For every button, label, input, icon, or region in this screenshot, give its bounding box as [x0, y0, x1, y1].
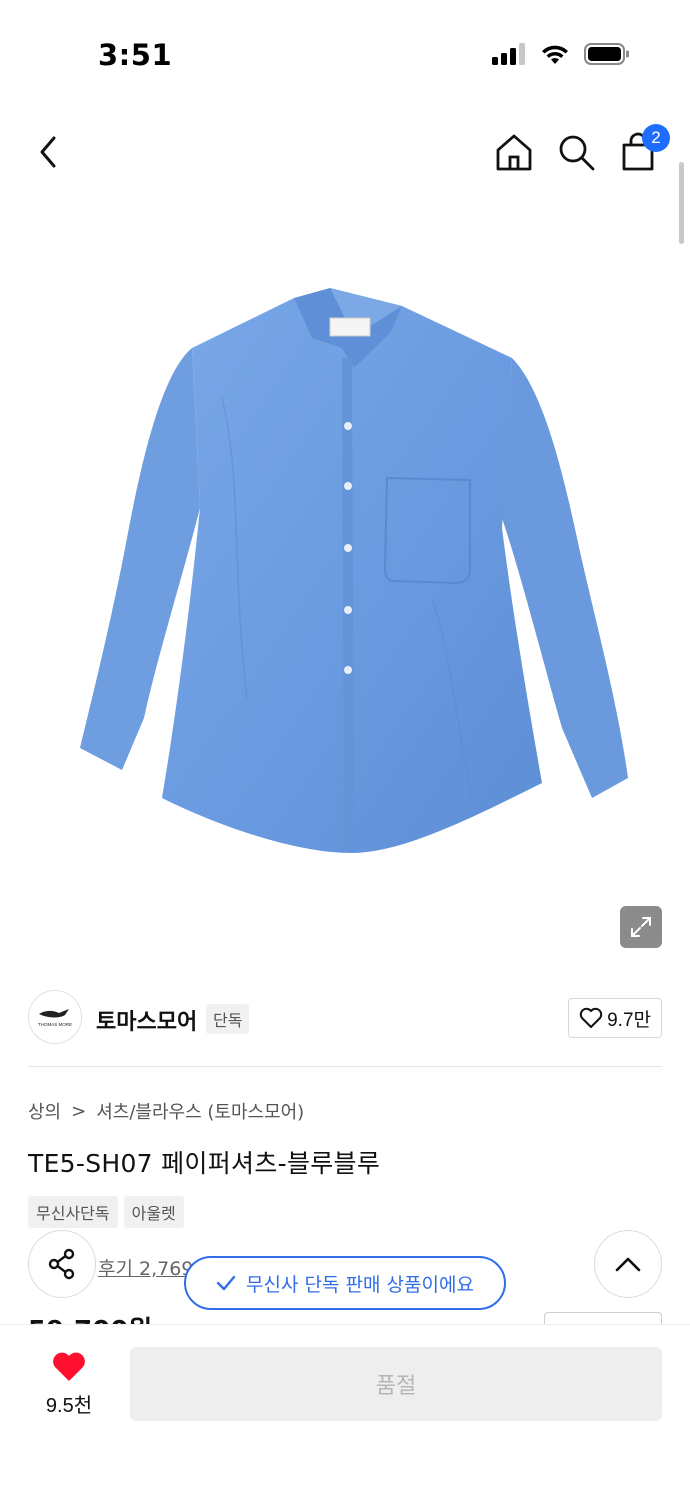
toast-message: 무신사 단독 판매 상품이에요 — [246, 1273, 474, 1296]
bottom-action-bar: 9.5천 품절 — [0, 1324, 690, 1500]
breadcrumb-category[interactable]: 상의 — [28, 1098, 61, 1124]
expand-icon — [631, 917, 651, 937]
share-icon — [48, 1248, 75, 1280]
brand-logo-image: THOMAS MORE — [38, 1009, 72, 1027]
back-button[interactable] — [26, 130, 70, 174]
check-icon — [216, 1275, 236, 1291]
status-bar: 3:51 — [0, 0, 690, 110]
breadcrumb: 상의 > 셔츠/블라우스 (토마스모어) — [28, 1098, 304, 1124]
home-button[interactable] — [492, 130, 536, 174]
breadcrumb-separator: > — [71, 1100, 87, 1122]
search-icon — [559, 135, 595, 171]
divider — [28, 1066, 662, 1067]
search-button[interactable] — [554, 130, 598, 174]
scroll-top-button[interactable] — [594, 1230, 662, 1298]
home-icon — [496, 134, 532, 171]
product-price: 59,700원 — [28, 1310, 152, 1324]
status-time: 3:51 — [98, 38, 173, 72]
top-nav-bar: 2 — [0, 110, 690, 200]
cart-count-badge: 2 — [642, 124, 670, 152]
brand-name[interactable]: 토마스모어 — [96, 1004, 197, 1036]
brand-exclusive-tag: 단독 — [206, 1004, 250, 1034]
heart-filled-icon — [53, 1352, 85, 1381]
brand-like-count: 9.7만 — [607, 1009, 651, 1031]
status-icons — [492, 42, 630, 66]
wishlist-button[interactable]: 9.5천 — [34, 1351, 104, 1418]
product-title: TE5-SH07 페이퍼셔츠-블루블루 — [28, 1149, 381, 1178]
tag-outlet: 아울렛 — [123, 1196, 184, 1228]
breadcrumb-subcategory[interactable]: 셔츠/블라우스 (토마스모어) — [96, 1098, 304, 1124]
wifi-icon — [542, 45, 568, 64]
chevron-up-icon — [615, 1257, 641, 1272]
coupon-button-partial[interactable] — [544, 1312, 662, 1324]
cart-button[interactable]: 2 — [616, 124, 670, 174]
brand-like-button[interactable]: 9.7만 — [568, 998, 662, 1038]
exclusive-toast: 무신사 단독 판매 상품이에요 — [184, 1256, 506, 1310]
brand-row: THOMAS MORE 토마스모어 단독 9.7만 — [28, 990, 662, 1050]
brand-logo-text: THOMAS MORE — [38, 1022, 72, 1027]
product-tags: 무신사단독 아울렛 — [28, 1196, 184, 1228]
product-image-shirt[interactable] — [72, 278, 632, 858]
battery-icon — [584, 43, 629, 65]
heart-outline-icon — [579, 1007, 603, 1028]
share-button[interactable] — [28, 1230, 96, 1298]
purchase-button-soldout[interactable]: 품절 — [130, 1347, 662, 1421]
tag-musinsa-exclusive: 무신사단독 — [28, 1196, 118, 1228]
expand-image-button[interactable] — [620, 906, 662, 948]
wishlist-count: 9.5천 — [45, 1395, 93, 1417]
cellular-signal-icon — [492, 43, 525, 65]
brand-logo[interactable]: THOMAS MORE — [28, 990, 82, 1044]
back-icon — [40, 136, 56, 168]
